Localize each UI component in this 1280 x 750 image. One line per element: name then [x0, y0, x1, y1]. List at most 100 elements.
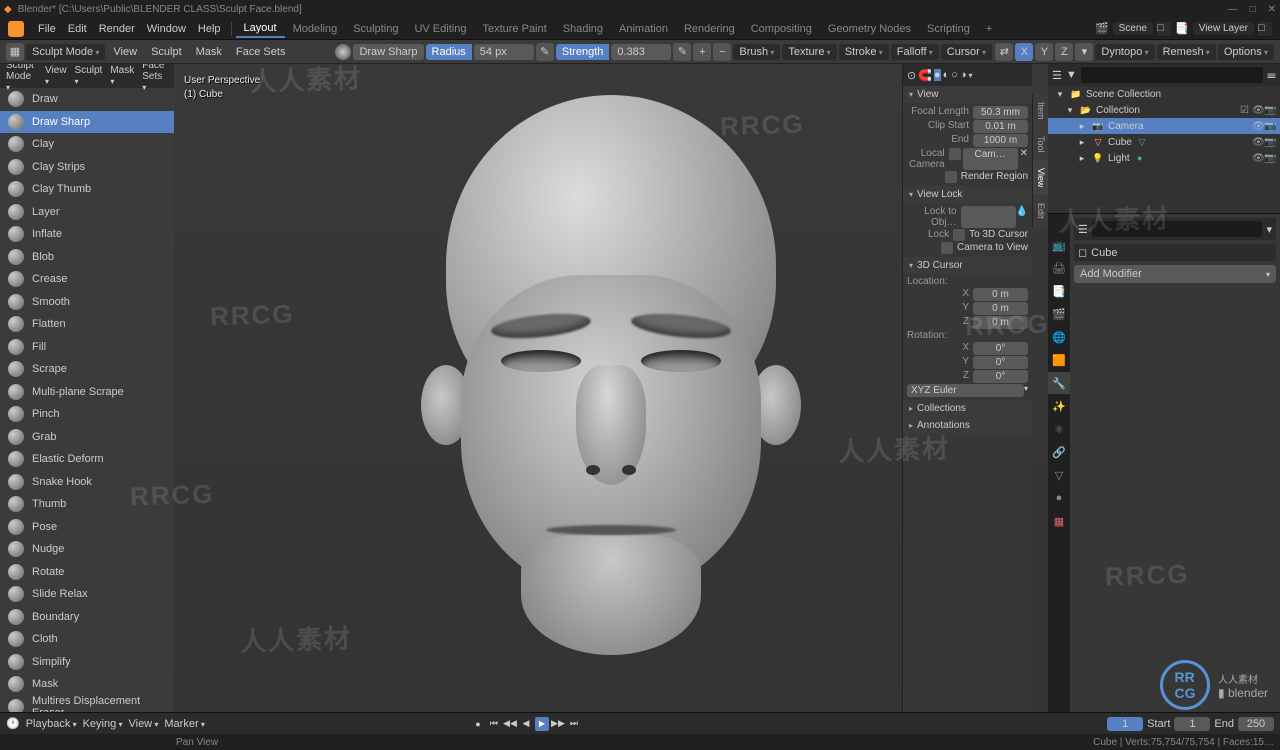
loc-x[interactable]: 0 m — [973, 288, 1028, 301]
editor-type-icon[interactable]: ▦ — [6, 43, 24, 61]
new-viewlayer-button[interactable]: □ — [1258, 22, 1272, 36]
panel-3dcursor[interactable]: 3D Cursor — [903, 257, 1032, 274]
brush-snake-hook[interactable]: Snake Hook — [0, 471, 174, 494]
tab-modeling[interactable]: Modeling — [285, 21, 346, 37]
timeline-playback[interactable]: Playback — [26, 718, 77, 730]
clipend-value[interactable]: 1000 m — [973, 134, 1028, 147]
prop-type-icon[interactable]: ☰ — [1078, 223, 1088, 236]
np-shade3-icon[interactable]: ○ — [951, 69, 958, 81]
ptab-physics[interactable]: ⚛ — [1048, 418, 1070, 440]
toggle-exclude[interactable]: ☑ — [1240, 105, 1250, 115]
brush-pinch[interactable]: Pinch — [0, 403, 174, 426]
brush-crease[interactable]: Crease — [0, 268, 174, 291]
localcam-value[interactable]: Cam… — [963, 148, 1018, 170]
toggle-eye[interactable]: 👁 — [1252, 153, 1262, 163]
np-shade2-icon[interactable]: ◐ — [943, 69, 950, 81]
brush-layer[interactable]: Layer — [0, 201, 174, 224]
strength-pressure-icon[interactable]: ✎ — [673, 43, 691, 61]
brush-header-facesets[interactable]: Face Sets — [142, 64, 168, 93]
localcam-clear[interactable]: ✕ — [1020, 148, 1028, 170]
viewlayer-icon[interactable]: 📑 — [1175, 22, 1189, 35]
prop-options-icon[interactable]: ▾ — [1266, 223, 1272, 236]
brush-simplify[interactable]: Simplify — [0, 651, 174, 674]
axis-y[interactable]: Y — [1035, 43, 1053, 61]
strength-value[interactable]: 0.383 — [611, 44, 671, 60]
ntab-view[interactable]: View — [1032, 160, 1048, 195]
np-shade4-icon[interactable]: ◑ — [960, 69, 967, 81]
ptab-viewlayer[interactable]: 📑 — [1048, 280, 1070, 302]
falloff-dropdown[interactable]: Falloff — [891, 44, 939, 60]
play-rev-icon[interactable]: ◀ — [519, 717, 533, 731]
menu-file[interactable]: File — [32, 23, 62, 35]
brush-boundary[interactable]: Boundary — [0, 606, 174, 629]
brush-pose[interactable]: Pose — [0, 516, 174, 539]
toggle-eye[interactable]: 👁 — [1252, 121, 1262, 131]
tab-compositing[interactable]: Compositing — [743, 21, 820, 37]
mirror-options[interactable]: ▾ — [1075, 43, 1093, 61]
lockobj-eyedrop[interactable]: 💧 — [1016, 206, 1028, 228]
minimize-button[interactable]: — — [1228, 4, 1238, 15]
localcam-check[interactable] — [949, 148, 961, 160]
jump-start-icon[interactable]: ⏮ — [487, 717, 501, 731]
viewport[interactable]: User Perspective (1) Cube Z X Y — [174, 64, 1048, 712]
end-frame[interactable]: 250 — [1238, 717, 1274, 731]
outliner-scene-collection[interactable]: ▾ 📁 Scene Collection — [1048, 86, 1280, 102]
brush-mask[interactable]: Mask — [0, 673, 174, 696]
brush-dropdown[interactable]: Brush — [733, 44, 780, 60]
start-frame[interactable]: 1 — [1174, 717, 1210, 731]
brush-rotate[interactable]: Rotate — [0, 561, 174, 584]
ntab-edit[interactable]: Edit — [1032, 195, 1048, 227]
to3dcursor-check[interactable] — [953, 229, 965, 241]
texture-dropdown[interactable]: Texture — [782, 44, 836, 60]
ptab-particle[interactable]: ✨ — [1048, 395, 1070, 417]
maximize-button[interactable]: □ — [1250, 4, 1256, 15]
brush-elastic-deform[interactable]: Elastic Deform — [0, 448, 174, 471]
ntab-tool[interactable]: Tool — [1032, 128, 1048, 161]
brush-header-mode[interactable]: Sculpt Mode — [6, 64, 37, 93]
scene-name-field[interactable]: Scene — [1113, 22, 1153, 35]
axis-x[interactable]: X — [1015, 43, 1033, 61]
rot-y[interactable]: 0° — [973, 356, 1028, 369]
panel-view[interactable]: View — [903, 86, 1032, 103]
timeline-type-icon[interactable]: 🕐 — [6, 717, 20, 730]
brush-slide-relax[interactable]: Slide Relax — [0, 583, 174, 606]
brush-multires-displacement-eraser[interactable]: Multires Displacement Eraser — [0, 696, 174, 713]
outliner-item-camera[interactable]: ▸ 📷 Camera 👁📷 — [1048, 118, 1280, 134]
tab-texture-paint[interactable]: Texture Paint — [474, 21, 554, 37]
tab-sculpting[interactable]: Sculpting — [345, 21, 406, 37]
panel-viewlock[interactable]: View Lock — [903, 186, 1032, 203]
panel-annotations[interactable]: Annotations — [903, 417, 1032, 434]
tab-add[interactable]: + — [978, 21, 1000, 37]
play-icon[interactable]: ▶ — [535, 717, 549, 731]
brush-blob[interactable]: Blob — [0, 246, 174, 269]
ptab-scene[interactable]: 🎬 — [1048, 303, 1070, 325]
radius-value[interactable]: 54 px — [474, 44, 534, 60]
panel-collections[interactable]: Collections — [903, 400, 1032, 417]
viewlayer-field[interactable]: View Layer — [1193, 22, 1254, 35]
direction-sub-icon[interactable]: − — [713, 43, 731, 61]
timeline-keying[interactable]: Keying — [83, 718, 123, 730]
scene-icon[interactable]: 🎬 — [1095, 22, 1109, 35]
outliner-search[interactable] — [1081, 67, 1263, 83]
np-pivot-icon[interactable]: ⊙ — [907, 69, 916, 82]
rot-z[interactable]: 0° — [973, 370, 1028, 383]
np-shade1-icon[interactable]: ● — [934, 69, 941, 81]
tab-shading[interactable]: Shading — [555, 21, 611, 37]
brush-flatten[interactable]: Flatten — [0, 313, 174, 336]
brush-thumb[interactable]: Thumb — [0, 493, 174, 516]
brush-clay[interactable]: Clay — [0, 133, 174, 156]
tab-geometry-nodes[interactable]: Geometry Nodes — [820, 21, 919, 37]
tab-layout[interactable]: Layout — [236, 20, 285, 38]
toggle-render[interactable]: 📷 — [1264, 121, 1274, 131]
loc-z[interactable]: 0 m — [973, 316, 1028, 329]
next-key-icon[interactable]: ▶▶ — [551, 717, 565, 731]
brush-inflate[interactable]: Inflate — [0, 223, 174, 246]
dyntopo-dropdown[interactable]: Dyntopo — [1095, 44, 1154, 60]
clipstart-value[interactable]: 0.01 m — [973, 120, 1028, 133]
focal-value[interactable]: 50.3 mm — [973, 106, 1028, 119]
brush-clay-thumb[interactable]: Clay Thumb — [0, 178, 174, 201]
sculpted-head-mesh[interactable] — [401, 95, 821, 655]
cursor-dropdown[interactable]: Cursor — [941, 44, 992, 60]
ntab-item[interactable]: Item — [1032, 94, 1048, 128]
ptab-output[interactable]: 🖨 — [1048, 257, 1070, 279]
